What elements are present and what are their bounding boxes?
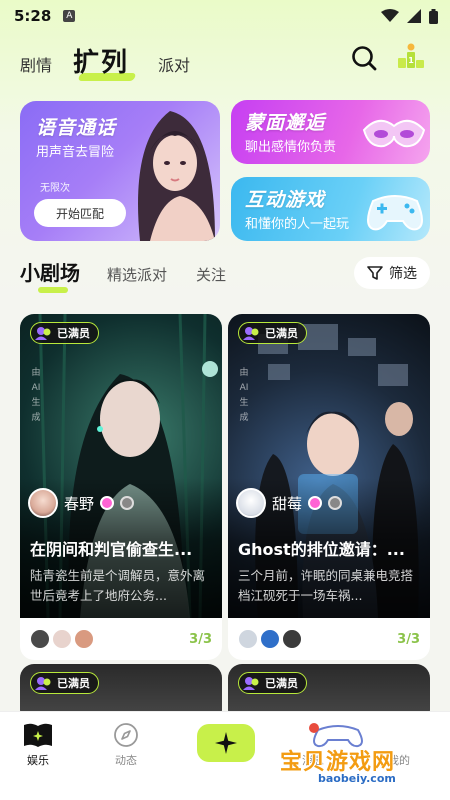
member-avatar — [260, 629, 280, 649]
author-avatar[interactable] — [28, 488, 58, 518]
nav-entertainment[interactable]: 娱乐 — [13, 722, 63, 768]
card-footer: 3/3 — [20, 618, 222, 660]
game-banner-title: 互动游戏 — [245, 189, 326, 211]
mask-banner-subtitle: 聊出感情你负责 — [245, 140, 337, 155]
member-count: 3/3 — [397, 631, 420, 647]
ai-generated-mark: 由AI生成 — [239, 368, 249, 423]
full-badge-label: 已满员 — [57, 327, 90, 340]
tab-featured-party[interactable]: 精选派对 — [107, 264, 167, 285]
top-tab-bar: 剧情 扩列 派对 1 — [0, 40, 450, 84]
member-avatar — [52, 629, 72, 649]
member-count: 3/3 — [189, 631, 212, 647]
author-name: 春野 — [64, 494, 95, 513]
story-cover-image: 已满员 由AI生成 春野 在阴间和判官偷查生... 陆青瓷生前是个调解员，意外离… — [20, 314, 222, 618]
group-full-icon — [35, 327, 51, 340]
author-level-icon — [120, 496, 135, 510]
tab-following[interactable]: 关注 — [196, 264, 226, 285]
battery-icon — [429, 8, 438, 24]
author-tag-icon — [100, 496, 115, 510]
full-badge-label: 已满员 — [265, 677, 298, 690]
tab-mini-theater[interactable]: 小剧场 — [20, 257, 80, 286]
author-tag-icon — [308, 496, 323, 510]
subtab-active-indicator — [38, 287, 68, 293]
group-full-icon — [35, 677, 51, 690]
interactive-game-banner[interactable]: 互动游戏 和懂你的人一起玩 — [231, 177, 430, 241]
author-row[interactable]: 甜莓 — [236, 488, 343, 518]
start-match-button[interactable]: 开始匹配 — [34, 199, 126, 227]
story-title: 在阴间和判官偷查生... — [30, 540, 193, 559]
member-avatar — [282, 629, 302, 649]
watermark-logo: 宝贝游戏网 baobeiy.com — [278, 723, 428, 788]
status-icons — [381, 8, 438, 24]
full-badge: 已满员 — [30, 322, 99, 344]
nav-moments[interactable]: 动态 — [101, 722, 151, 768]
member-avatar — [74, 629, 94, 649]
gamepad-icon — [367, 195, 423, 231]
nav-moments-label: 动态 — [115, 754, 137, 767]
game-banner-subtitle: 和懂你的人一起玩 — [245, 217, 350, 232]
mask-banner-title: 蒙面邂逅 — [245, 112, 326, 134]
full-badge-label: 已满员 — [265, 327, 298, 340]
sparkle-icon — [215, 732, 237, 754]
signal-icon — [407, 9, 421, 23]
compass-icon — [114, 723, 138, 747]
content-tab-bar: 小剧场 精选派对 关注 筛选 — [0, 255, 450, 295]
watermark-url: baobeiy.com — [318, 772, 396, 785]
full-badge: 已满员 — [238, 322, 307, 344]
bottom-navigation: 娱乐 动态 消息 我的 宝贝游戏网 baobeiy.com — [0, 711, 450, 800]
author-level-icon — [328, 496, 343, 510]
voice-banner-title: 语音通话 — [36, 117, 117, 139]
girl-portrait-illustration — [138, 111, 215, 241]
author-avatar[interactable] — [236, 488, 266, 518]
group-full-icon — [243, 677, 259, 690]
story-cover-image: 已满员 由AI生成 甜莓 Ghost的排位邀请：... 三个月前，许眠的同桌兼电… — [228, 314, 430, 618]
group-full-icon — [243, 327, 259, 340]
full-badge: 已满员 — [30, 672, 99, 694]
mask-encounter-banner[interactable]: 蒙面邂逅 聊出感情你负责 — [231, 100, 430, 164]
tab-story[interactable]: 剧情 — [20, 52, 52, 76]
mask-icon — [362, 119, 426, 148]
voice-banner-subtitle: 用声音去冒险 — [36, 145, 115, 160]
filter-button[interactable]: 筛选 — [354, 257, 430, 289]
status-time: 5:28 — [14, 7, 52, 25]
create-button[interactable] — [197, 724, 255, 762]
tab-expand[interactable]: 扩列 — [73, 42, 129, 79]
ranking-podium-icon[interactable]: 1 — [396, 42, 426, 72]
svg-text:1: 1 — [408, 56, 414, 65]
nav-entertainment-label: 娱乐 — [27, 754, 49, 767]
member-avatar — [30, 629, 50, 649]
story-description: 三个月前，许眠的同桌兼电竞搭档江砚死于一场车祸... — [238, 568, 414, 603]
search-icon[interactable] — [350, 44, 378, 72]
full-badge-label: 已满员 — [57, 677, 90, 690]
story-card[interactable]: 已满员 由AI生成 春野 在阴间和判官偷查生... 陆青瓷生前是个调解员，意外离… — [20, 314, 222, 660]
filter-label: 筛选 — [389, 266, 417, 282]
voice-banner-hint: 无限次 — [40, 183, 70, 194]
book-star-icon — [24, 723, 52, 747]
story-card[interactable]: 已满员 由AI生成 甜莓 Ghost的排位邀请：... 三个月前，许眠的同桌兼电… — [228, 314, 430, 660]
card-footer: 3/3 — [228, 618, 430, 660]
tab-party[interactable]: 派对 — [158, 52, 190, 76]
voice-call-banner[interactable]: 语音通话 用声音去冒险 无限次 开始匹配 — [20, 101, 220, 241]
wifi-icon — [381, 9, 399, 22]
filter-icon — [367, 266, 383, 280]
author-row[interactable]: 春野 — [28, 488, 135, 518]
story-description: 陆青瓷生前是个调解员，意外离世后竟考上了地府公务... — [30, 568, 206, 603]
story-title: Ghost的排位邀请：... — [238, 540, 405, 559]
member-avatar — [238, 629, 258, 649]
status-bar: 5:28 A — [0, 0, 450, 32]
full-badge: 已满员 — [238, 672, 307, 694]
notification-icon: A — [63, 10, 76, 22]
author-name: 甜莓 — [272, 494, 303, 513]
ai-generated-mark: 由AI生成 — [31, 368, 41, 423]
